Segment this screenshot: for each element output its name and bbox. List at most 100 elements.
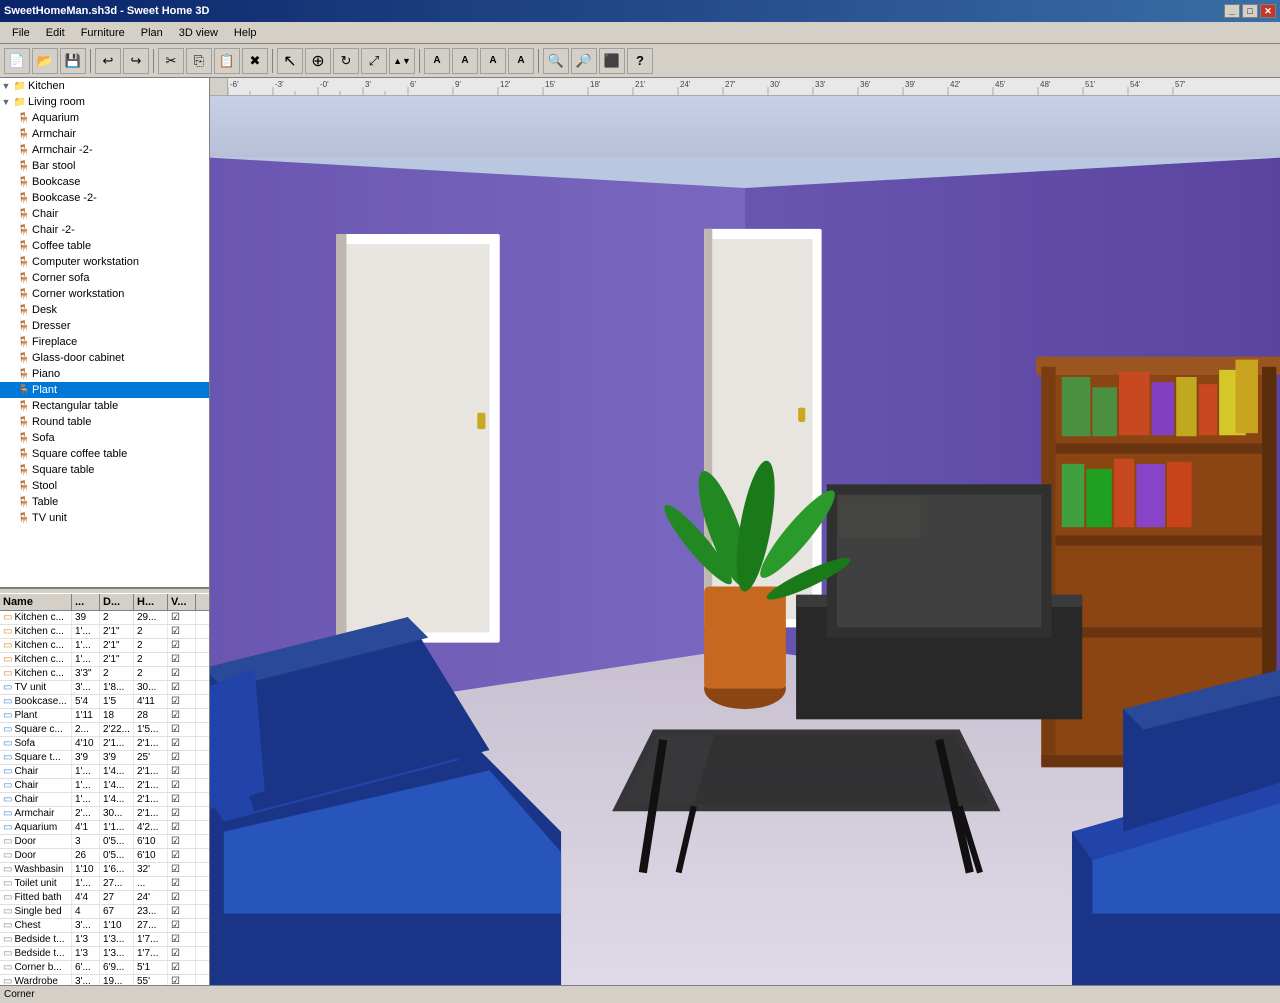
maximize-button[interactable]: □ <box>1242 4 1258 18</box>
table-row[interactable]: ▭Fitted bath 4'4 27 24' ☑ <box>0 891 209 905</box>
menu-edit[interactable]: Edit <box>38 25 73 41</box>
table-row[interactable]: ▭Toilet unit 1'... 27... ... ☑ <box>0 877 209 891</box>
row-d: 26 <box>72 849 100 862</box>
toolbar-new[interactable]: 📄 <box>4 48 30 74</box>
row-d: 4'10 <box>72 737 100 750</box>
menu-3dview[interactable]: 3D view <box>171 25 226 41</box>
table-row[interactable]: ▭Wardrobe 3'... 19... 55' ☑ <box>0 975 209 985</box>
tree-item-table[interactable]: 🪑 Table <box>0 494 209 510</box>
tree-item-sofa[interactable]: 🪑 Sofa <box>0 430 209 446</box>
toolbar-zoomout[interactable]: 🔎 <box>571 48 597 74</box>
table-row[interactable]: ▭Door 26 0'5... 6'10 ☑ <box>0 849 209 863</box>
toolbar-pointer[interactable]: ↖ <box>277 48 303 74</box>
tree-item-coffeetable[interactable]: 🪑 Coffee table <box>0 238 209 254</box>
toolbar-add-furniture[interactable]: ⊕ <box>305 48 331 74</box>
table-row[interactable]: ▭Washbasin 1'10 1'6... 32' ☑ <box>0 863 209 877</box>
svg-text:-0': -0' <box>320 80 329 89</box>
toolbar-help[interactable]: ? <box>627 48 653 74</box>
furniture-tree[interactable]: ▼ 📁 Kitchen ▼ 📁 Living room 🪑 Aquarium 🪑… <box>0 78 209 588</box>
tree-item-glassdoor[interactable]: 🪑 Glass-door cabinet <box>0 350 209 366</box>
toolbar-resize[interactable]: ⤢ <box>361 48 387 74</box>
3d-viewport[interactable] <box>210 96 1280 985</box>
row-name: ▭Armchair <box>0 807 72 820</box>
table-row[interactable]: ▭Square c... 2... 2'22... 1'5... ☑ <box>0 723 209 737</box>
toolbar-save[interactable]: 💾 <box>60 48 86 74</box>
toolbar-redo[interactable]: ↪ <box>123 48 149 74</box>
table-row[interactable]: ▭Bedside t... 1'3 1'3... 1'7... ☑ <box>0 933 209 947</box>
row-d: 1'... <box>72 793 100 806</box>
tree-item-fireplace[interactable]: 🪑 Fireplace <box>0 334 209 350</box>
toolbar-text4[interactable]: A <box>508 48 534 74</box>
menu-file[interactable]: File <box>4 25 38 41</box>
table-row[interactable]: ▭Armchair 2'... 30... 2'1... ☑ <box>0 807 209 821</box>
table-row[interactable]: ▭Chair 1'... 1'4... 2'1... ☑ <box>0 793 209 807</box>
tree-item-aquarium[interactable]: 🪑 Aquarium <box>0 110 209 126</box>
toolbar-open[interactable]: 📂 <box>32 48 58 74</box>
table-row[interactable]: ▭Square t... 3'9 3'9 25' ☑ <box>0 751 209 765</box>
tree-item-bookcase[interactable]: 🪑 Bookcase <box>0 174 209 190</box>
table-row[interactable]: ▭Kitchen c... 1'... 2'1" 2 ☑ <box>0 653 209 667</box>
table-row[interactable]: ▭Kitchen c... 1'... 2'1" 2 ☑ <box>0 639 209 653</box>
tree-item-squaretable[interactable]: 🪑 Square table <box>0 462 209 478</box>
row-hh: 24' <box>134 891 168 904</box>
menu-plan[interactable]: Plan <box>133 25 171 41</box>
tree-item-recttable[interactable]: 🪑 Rectangular table <box>0 398 209 414</box>
table-row[interactable]: ▭Chair 1'... 1'4... 2'1... ☑ <box>0 765 209 779</box>
table-row[interactable]: ▭Aquarium 4'1 1'1... 4'2... ☑ <box>0 821 209 835</box>
toolbar-copy[interactable]: ⎘ <box>186 48 212 74</box>
tree-item-chair2[interactable]: 🪑 Chair -2- <box>0 222 209 238</box>
tree-item-piano[interactable]: 🪑 Piano <box>0 366 209 382</box>
tree-item-desk[interactable]: 🪑 Desk <box>0 302 209 318</box>
toolbar-undo[interactable]: ↩ <box>95 48 121 74</box>
toolbar-view[interactable]: ⬛ <box>599 48 625 74</box>
tree-item-tvunit[interactable]: 🪑 TV unit <box>0 510 209 526</box>
tree-item-cornerworkstation[interactable]: 🪑 Corner workstation <box>0 286 209 302</box>
table-row[interactable]: ▭Chair 1'... 1'4... 2'1... ☑ <box>0 779 209 793</box>
tree-item-livingroom[interactable]: ▼ 📁 Living room <box>0 94 209 110</box>
svg-text:57': 57' <box>1175 80 1186 89</box>
tree-item-stool[interactable]: 🪑 Stool <box>0 478 209 494</box>
tree-item-bookcase2[interactable]: 🪑 Bookcase -2- <box>0 190 209 206</box>
minimize-button[interactable]: _ <box>1224 4 1240 18</box>
close-button[interactable]: ✕ <box>1260 4 1276 18</box>
toolbar-text2[interactable]: A <box>452 48 478 74</box>
tree-item-armchair2[interactable]: 🪑 Armchair -2- <box>0 142 209 158</box>
table-row[interactable]: ▭Door 3 0'5... 6'10 ☑ <box>0 835 209 849</box>
tree-item-roundtable[interactable]: 🪑 Round table <box>0 414 209 430</box>
svg-text:18': 18' <box>590 80 601 89</box>
tree-item-chair[interactable]: 🪑 Chair <box>0 206 209 222</box>
furniture-table[interactable]: Name ... D... H... V... ▭Kitchen c... 39… <box>0 594 209 985</box>
toolbar-paste[interactable]: 📋 <box>214 48 240 74</box>
tree-item-kitchen[interactable]: ▼ 📁 Kitchen <box>0 78 209 94</box>
tree-item-dresser[interactable]: 🪑 Dresser <box>0 318 209 334</box>
table-row[interactable]: ▭Plant 1'11 18 28 ☑ <box>0 709 209 723</box>
tree-label: Plant <box>32 384 57 396</box>
tree-item-plant[interactable]: 🪑 Plant <box>0 382 209 398</box>
table-row[interactable]: ▭Sofa 4'10 2'1... 2'1... ☑ <box>0 737 209 751</box>
menu-furniture[interactable]: Furniture <box>73 25 133 41</box>
table-row[interactable]: ▭TV unit 3'... 1'8... 30... ☑ <box>0 681 209 695</box>
tree-item-squarecoffee[interactable]: 🪑 Square coffee table <box>0 446 209 462</box>
tree-item-cornersofa[interactable]: 🪑 Corner sofa <box>0 270 209 286</box>
table-row[interactable]: ▭Kitchen c... 1'... 2'1" 2 ☑ <box>0 625 209 639</box>
tree-item-computerworkstation[interactable]: 🪑 Computer workstation <box>0 254 209 270</box>
table-row[interactable]: ▭Single bed 4 67 23... ☑ <box>0 905 209 919</box>
toolbar-text3[interactable]: A <box>480 48 506 74</box>
table-row[interactable]: ▭Kitchen c... 39 2 29... ☑ <box>0 611 209 625</box>
toolbar-delete[interactable]: ✖ <box>242 48 268 74</box>
tree-item-barstool[interactable]: 🪑 Bar stool <box>0 158 209 174</box>
toolbar-text1[interactable]: A <box>424 48 450 74</box>
row-h: 1'4... <box>100 765 134 778</box>
toolbar-rotate[interactable]: ↻ <box>333 48 359 74</box>
toolbar-cut[interactable]: ✂ <box>158 48 184 74</box>
table-row[interactable]: ▭Corner b... 6'... 6'9... 5'1 ☑ <box>0 961 209 975</box>
table-row[interactable]: ▭Chest 3'... 1'10 27... ☑ <box>0 919 209 933</box>
table-row[interactable]: ▭Bedside t... 1'3 1'3... 1'7... ☑ <box>0 947 209 961</box>
menu-help[interactable]: Help <box>226 25 265 41</box>
tree-item-armchair[interactable]: 🪑 Armchair <box>0 126 209 142</box>
toolbar-level[interactable]: ▲▼ <box>389 48 415 74</box>
table-row[interactable]: ▭Kitchen c... 3'3" 2 2 ☑ <box>0 667 209 681</box>
tree-label: Coffee table <box>32 240 91 252</box>
table-row[interactable]: ▭Bookcase... 5'4 1'5 4'11 ☑ <box>0 695 209 709</box>
toolbar-zoomin[interactable]: 🔍 <box>543 48 569 74</box>
